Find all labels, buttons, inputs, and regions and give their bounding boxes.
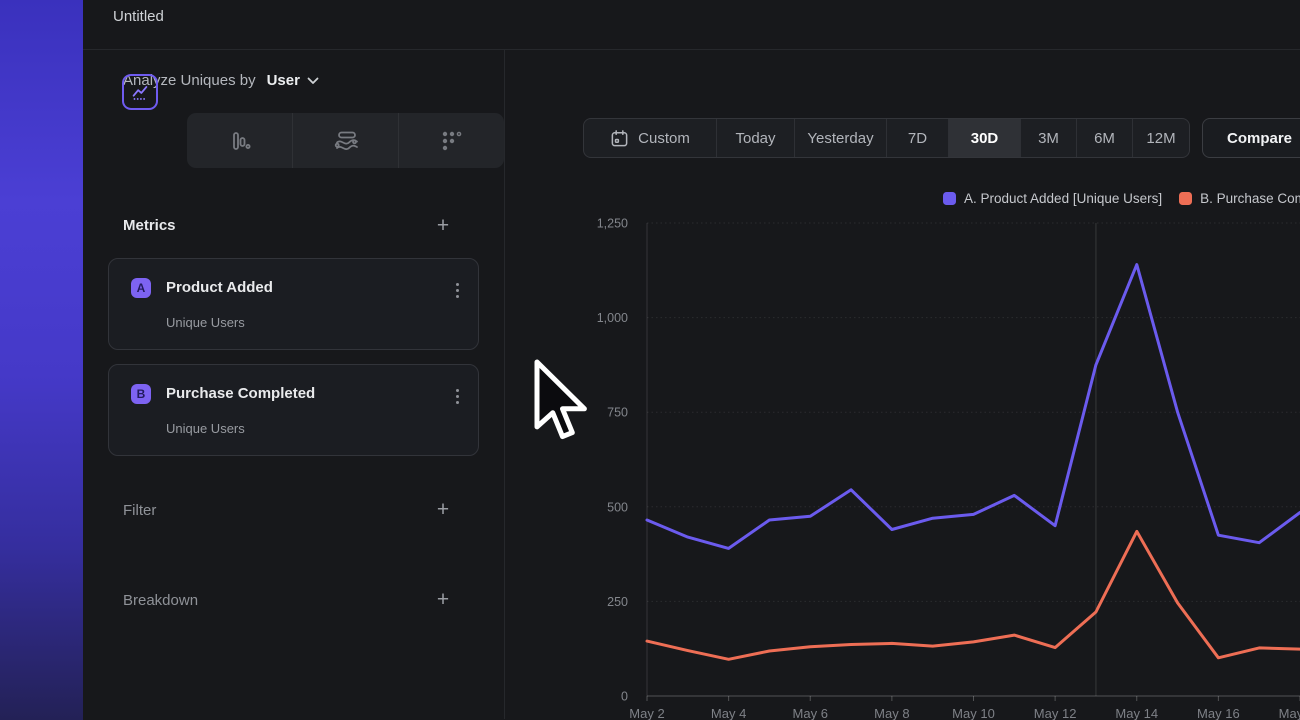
chart-panel: CustomTodayYesterday7D30D3M6M12M Compare… (505, 50, 1300, 719)
metric-title: Product Added (166, 279, 273, 296)
tab-flow[interactable] (292, 113, 398, 168)
x-axis-tick-label: May 8 (874, 706, 909, 720)
query-sidebar: Analyze Uniques by User (83, 50, 505, 719)
metric-badge: B (131, 384, 151, 404)
tab-retention[interactable] (398, 113, 504, 168)
chart-type-tabs (187, 113, 504, 168)
x-axis-tick-label: May 2 (629, 706, 664, 720)
report-title[interactable]: Untitled (83, 0, 1300, 25)
line-chart-icon (129, 81, 151, 103)
breakdown-heading: Breakdown (123, 592, 198, 609)
metric-subtitle: Unique Users (166, 421, 245, 436)
add-filter-button[interactable]: + (432, 500, 454, 522)
metric-badge: A (131, 278, 151, 298)
add-metric-button[interactable]: + (432, 216, 454, 238)
x-axis-tick-label: May 4 (711, 706, 746, 720)
y-axis-tick-label: 1,250 (597, 217, 628, 231)
metric-subtitle: Unique Users (166, 315, 245, 330)
x-axis-tick-label: May 18 (1279, 706, 1300, 720)
retention-grid-icon (440, 129, 464, 153)
metric-card-b[interactable]: B Purchase Completed Unique Users (108, 364, 479, 456)
x-axis-tick-label: May 10 (952, 706, 995, 720)
series-line (647, 531, 1300, 659)
flow-icon (333, 129, 359, 153)
x-axis-tick-label: May 6 (793, 706, 828, 720)
metrics-heading: Metrics (123, 217, 176, 234)
filter-heading: Filter (123, 502, 156, 519)
series-line (647, 265, 1300, 549)
y-axis-tick-label: 250 (607, 595, 628, 609)
y-axis-tick-label: 1,000 (597, 311, 628, 325)
y-axis-tick-label: 0 (621, 690, 628, 704)
y-axis-tick-label: 750 (607, 406, 628, 420)
x-axis-tick-label: May 16 (1197, 706, 1240, 720)
kebab-menu-icon[interactable] (456, 389, 460, 407)
chevron-down-icon[interactable] (307, 77, 319, 85)
tab-insights-active[interactable] (122, 74, 158, 110)
kebab-menu-icon[interactable] (456, 283, 460, 301)
mouse-cursor (531, 356, 593, 448)
y-axis-tick-label: 500 (607, 500, 628, 514)
tab-bar-chart[interactable] (187, 113, 292, 168)
bar-chart-icon (228, 129, 252, 153)
add-breakdown-button[interactable]: + (432, 590, 454, 612)
app-window: Untitled Analyze Uniques by User (83, 0, 1300, 720)
x-axis-tick-label: May 14 (1115, 706, 1158, 720)
metric-title: Purchase Completed (166, 385, 315, 402)
brand-gradient-strip (0, 0, 83, 720)
line-chart: 0 250 500 750 1,000 1,250 May 2 May 4 May 6 May 8… (505, 50, 1300, 719)
metric-card-a[interactable]: A Product Added Unique Users (108, 258, 479, 350)
analyze-by-value[interactable]: User (267, 72, 300, 89)
x-axis-tick-label: May 12 (1034, 706, 1077, 720)
top-bar: Untitled (83, 0, 1300, 50)
